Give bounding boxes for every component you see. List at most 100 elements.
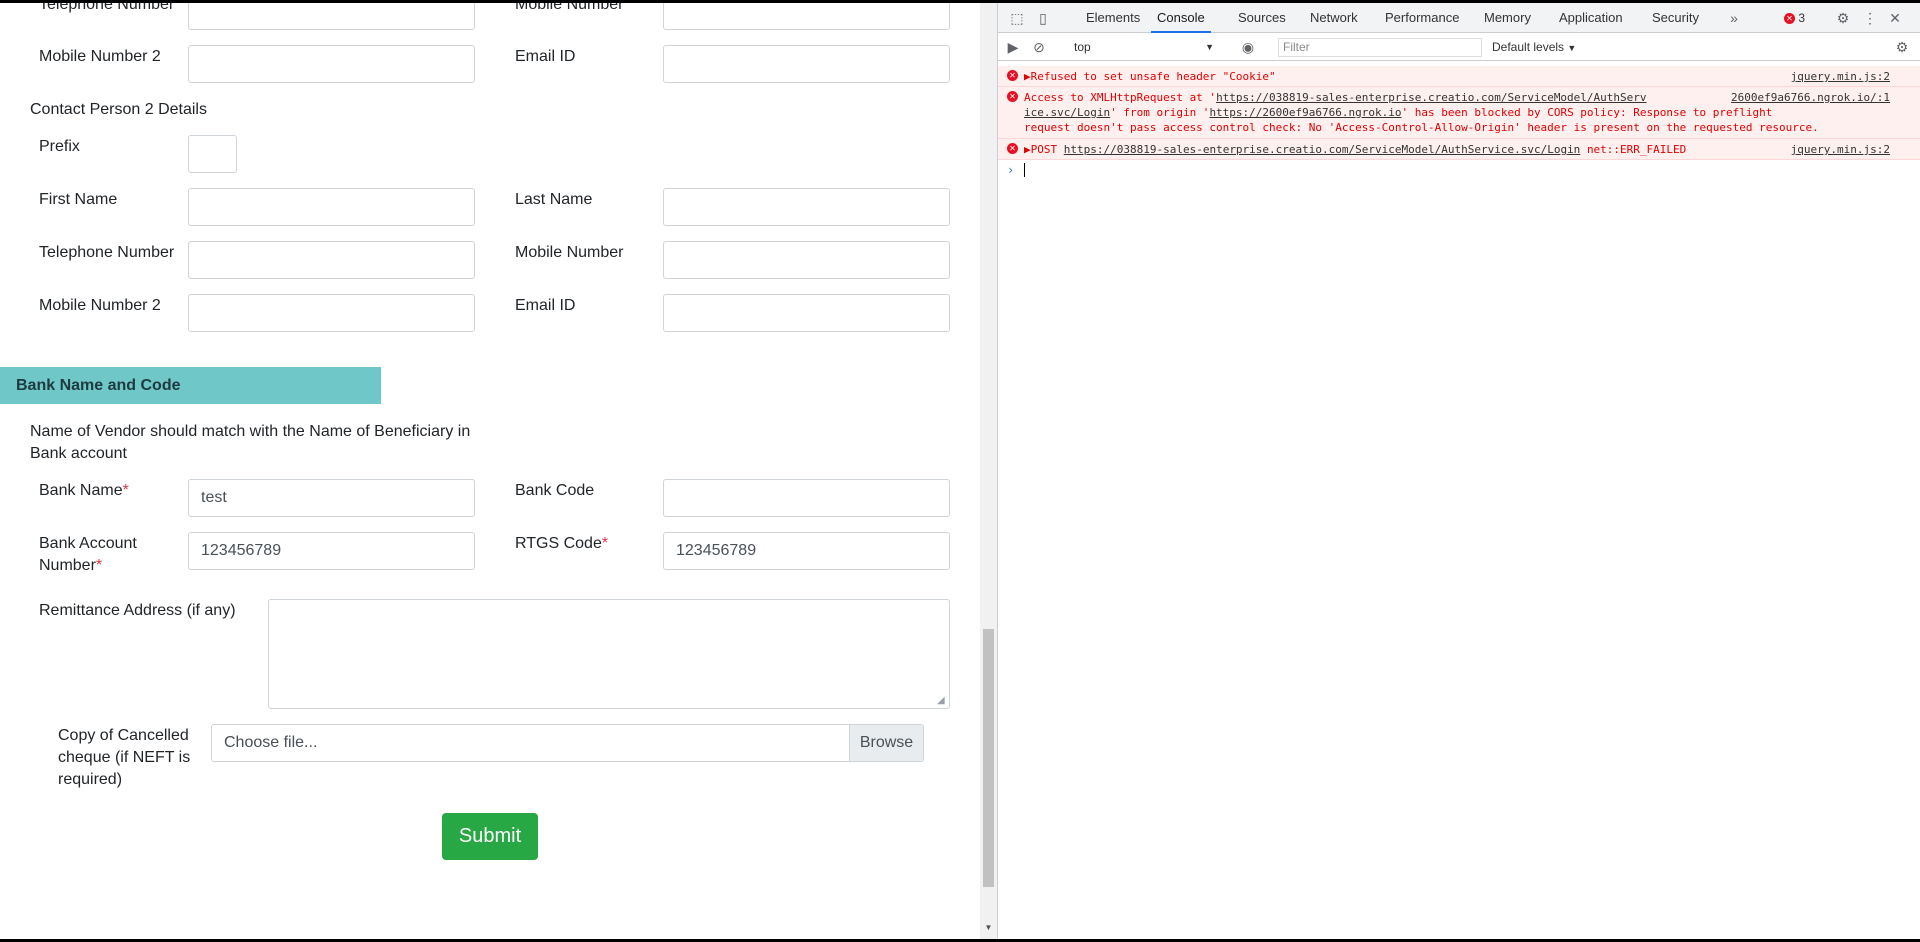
tab-performance[interactable]: Performance xyxy=(1385,3,1459,33)
context-value: top xyxy=(1074,40,1091,54)
mobile-label-1: Mobile Number xyxy=(515,3,624,13)
remittance-label: Remittance Address (if any) xyxy=(39,602,236,619)
mobile-input-2[interactable] xyxy=(663,241,950,279)
mobile-label-2: Mobile Number xyxy=(515,244,624,261)
tab-memory[interactable]: Memory xyxy=(1484,3,1531,33)
levels-chevron-icon: ▼ xyxy=(1567,43,1577,53)
live-expression-eye-icon[interactable]: ◉ xyxy=(1239,38,1257,56)
message-text: ▶Refused to set unsafe header "Cookie" xyxy=(1024,69,1276,84)
console-error-message[interactable]: ✕ Access to XMLHttpRequest at 'https://0… xyxy=(998,87,1920,139)
required-mark: * xyxy=(122,482,129,499)
scrollbar-thumb[interactable] xyxy=(983,629,994,887)
scroll-down-arrow-icon[interactable]: ▼ xyxy=(983,923,994,933)
account-number-input[interactable]: 123456789 xyxy=(188,532,475,570)
message-2-text-b: ' from origin ' xyxy=(1110,106,1210,119)
more-options-icon[interactable]: ⋮ xyxy=(1861,9,1879,27)
clear-console-icon[interactable]: ⊘ xyxy=(1030,38,1048,56)
account-label-line2: Number* xyxy=(39,557,103,574)
close-devtools-icon[interactable]: ✕ xyxy=(1886,9,1904,27)
prefix-label: Prefix xyxy=(39,138,80,155)
log-levels-dropdown[interactable]: Default levels ▼ xyxy=(1492,38,1576,58)
levels-label: Default levels xyxy=(1492,40,1565,54)
request-url-link-cont[interactable]: ice.svc/Login xyxy=(1024,106,1110,119)
file-placeholder: Choose file... xyxy=(224,734,318,751)
mobile2-input-2[interactable] xyxy=(188,294,475,332)
error-icon: ✕ xyxy=(1784,13,1795,25)
settings-gear-icon[interactable]: ⚙ xyxy=(1834,9,1852,27)
error-count: 3 xyxy=(1798,11,1806,25)
context-selector[interactable]: top ▼ xyxy=(1070,38,1220,57)
submit-button[interactable]: Submit xyxy=(442,813,538,860)
devtools-tabbar: ⬚ ▯ Elements Console Sources Network Per… xyxy=(998,3,1920,33)
bank-section-banner: Bank Name and Code xyxy=(0,367,381,404)
device-toolbar-icon[interactable]: ▯ xyxy=(1034,9,1052,27)
error-x-icon: ✕ xyxy=(1007,143,1018,154)
tab-elements[interactable]: Elements xyxy=(1086,3,1140,33)
bank-name-label: Bank Name* xyxy=(39,482,129,499)
cheque-file-input[interactable]: Choose file... Browse xyxy=(211,724,924,762)
required-mark: * xyxy=(95,557,103,574)
request-status: net::ERR_FAILED xyxy=(1586,143,1687,156)
message-2-text-c: ' has been blocked by CORS policy: Respo… xyxy=(1401,106,1773,119)
email-label-2: Email ID xyxy=(515,297,576,314)
remittance-textarea[interactable]: ◢ xyxy=(268,599,950,709)
cheque-label-line1: Copy of Cancelled xyxy=(58,727,189,744)
console-error-message[interactable]: ✕ ▶POST https://038819-sales-enterprise.… xyxy=(998,139,1920,160)
error-x-icon: ✕ xyxy=(1007,70,1018,81)
console-settings-gear-icon[interactable]: ⚙ xyxy=(1893,38,1911,56)
message-source-link[interactable]: jquery.min.js:2 xyxy=(1791,142,1890,157)
devtools-panel: ⬚ ▯ Elements Console Sources Network Per… xyxy=(997,3,1920,939)
message-source-link[interactable]: jquery.min.js:2 xyxy=(1791,69,1890,84)
telephone-input-2[interactable] xyxy=(188,241,475,279)
rtgs-input[interactable]: 123456789 xyxy=(663,532,950,570)
console-error-message[interactable]: ✕ ▶Refused to set unsafe header "Cookie"… xyxy=(998,66,1920,87)
cheque-label-line2: cheque (if NEFT is xyxy=(58,749,191,766)
error-count-badge[interactable]: ✕ 3 xyxy=(1784,3,1805,33)
prefix-input[interactable] xyxy=(188,135,237,173)
message-2-text-d: request doesn't pass access control chec… xyxy=(1024,121,1819,134)
sidebar-toggle-icon[interactable]: ▶ xyxy=(1004,38,1022,56)
origin-url-link[interactable]: https://2600ef9a6766.ngrok.io xyxy=(1209,106,1401,119)
request-url-link[interactable]: https://038819-sales-enterprise.creatio.… xyxy=(1216,91,1646,104)
bank-name-input[interactable]: test xyxy=(188,479,475,517)
request-method: POST xyxy=(1030,143,1058,156)
tab-security[interactable]: Security xyxy=(1652,3,1699,33)
bank-note-line2: Bank account xyxy=(30,445,127,462)
telephone-input-1[interactable] xyxy=(188,3,475,30)
message-2-text-a: Access to XMLHttpRequest at ' xyxy=(1024,91,1217,104)
inspect-element-icon[interactable]: ⬚ xyxy=(1008,9,1026,27)
expand-arrow-icon[interactable]: ▶ xyxy=(1024,70,1031,83)
more-tabs-icon[interactable]: » xyxy=(1725,9,1743,27)
tab-sources[interactable]: Sources xyxy=(1238,3,1286,33)
mobile2-input-1[interactable] xyxy=(188,45,475,83)
message-source-link[interactable]: 2600ef9a6766.ngrok.io/:1 xyxy=(1731,90,1890,105)
bank-note-line1: Name of Vendor should match with the Nam… xyxy=(30,423,471,440)
cheque-label-line3: required) xyxy=(58,771,123,788)
tab-application[interactable]: Application xyxy=(1559,3,1623,33)
mobile2-label-1: Mobile Number 2 xyxy=(39,48,161,65)
console-prompt-icon: › xyxy=(1007,163,1015,177)
tab-network[interactable]: Network xyxy=(1310,3,1358,33)
error-x-icon: ✕ xyxy=(1007,91,1018,102)
bank-code-input[interactable] xyxy=(663,479,950,517)
message-text: Access to XMLHttpRequest at 'https://038… xyxy=(1024,90,1819,135)
page-scrollbar[interactable]: ▼ xyxy=(980,3,997,939)
message-1-text: Refused to set unsafe header "Cookie" xyxy=(1030,70,1276,83)
account-label-line1: Bank Account xyxy=(39,535,137,552)
mobile-input-1[interactable] xyxy=(663,3,950,30)
first-name-input[interactable] xyxy=(188,188,475,226)
console-input-caret[interactable] xyxy=(1024,163,1025,177)
tab-console[interactable]: Console xyxy=(1151,3,1211,33)
resize-handle-icon[interactable]: ◢ xyxy=(937,696,947,706)
last-name-input[interactable] xyxy=(663,188,950,226)
console-toolbar: ▶ ⊘ top ▼ ◉ Filter Default levels ▼ ⚙ xyxy=(998,34,1920,61)
console-filter-input[interactable]: Filter xyxy=(1278,38,1482,57)
email-input-2[interactable] xyxy=(663,294,950,332)
mobile2-label-2: Mobile Number 2 xyxy=(39,297,161,314)
browse-button[interactable]: Browse xyxy=(849,725,923,761)
expand-arrow-icon[interactable]: ▶ xyxy=(1024,143,1031,156)
message-text: ▶POST https://038819-sales-enterprise.cr… xyxy=(1024,142,1686,157)
email-input-1[interactable] xyxy=(663,45,950,83)
post-url-link[interactable]: https://038819-sales-enterprise.creatio.… xyxy=(1064,143,1581,156)
contact2-heading: Contact Person 2 Details xyxy=(30,101,207,118)
